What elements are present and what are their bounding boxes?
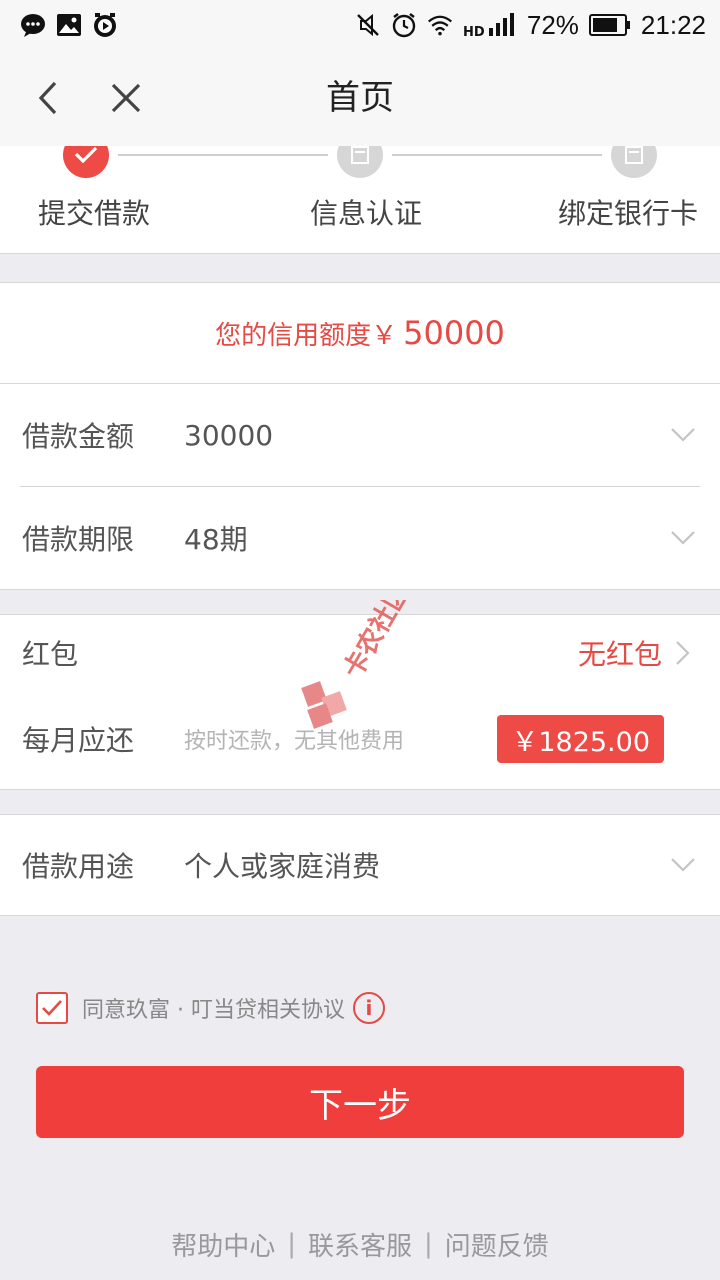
loan-purpose-label: 借款用途 (22, 850, 135, 883)
help-center-link[interactable]: 帮助中心 (171, 1226, 275, 1263)
info-icon[interactable]: i (352, 992, 385, 1024)
battery-percent: 72% (526, 9, 579, 40)
credit-limit-label: 您的信用额度￥ (215, 320, 398, 351)
chevron-left-icon (38, 81, 57, 115)
loan-term-value: 48期 (184, 523, 248, 556)
contact-support-link[interactable]: 联系客服 (308, 1226, 412, 1263)
loan-term-row[interactable]: 借款期限 48期 (0, 487, 720, 589)
step-connector (118, 154, 328, 156)
watermark-logo-icon (301, 681, 347, 729)
step-1-label: 提交借款 (38, 197, 151, 230)
footer-links: 帮助中心 | 联系客服 | 问题反馈 (0, 1224, 720, 1264)
alarm-clock-icon (391, 12, 417, 38)
watermark: 卡农社区 (298, 578, 438, 729)
image-icon (56, 12, 82, 38)
chat-bubble-icon (20, 12, 46, 38)
footer-separator: | (287, 1229, 296, 1259)
red-packet-label: 红包 (22, 638, 79, 671)
checkmark-icon (74, 146, 98, 164)
close-icon (111, 83, 141, 113)
progress-steps: 提交借款 信息认证 绑定银行卡 (0, 146, 720, 254)
status-bar: HD 72% 21:22 (0, 0, 720, 50)
watermark-text: 卡农社区 (337, 600, 416, 684)
red-packet-value: 无红包 (577, 638, 662, 671)
loan-term-label: 借款期限 (22, 523, 135, 556)
credit-limit-amount: 50000 (403, 314, 505, 352)
back-button[interactable] (22, 72, 74, 124)
step-2-label: 信息认证 (310, 197, 423, 230)
wifi-icon (427, 12, 453, 38)
footer-separator: | (424, 1229, 433, 1259)
clock-time: 21:22 (640, 9, 706, 40)
status-bar-system: HD 72% 21:22 (355, 10, 706, 41)
status-bar-notifications (20, 12, 118, 38)
battery-icon (588, 12, 631, 38)
agreement-row: 同意玖富 · 叮当贷相关协议 i (36, 988, 385, 1028)
step-connector (392, 154, 602, 156)
signal-icon: HD (463, 12, 517, 38)
feedback-link[interactable]: 问题反馈 (445, 1226, 549, 1263)
chevron-down-icon (668, 420, 698, 450)
step-2-indicator (337, 146, 383, 178)
step-3-label: 绑定银行卡 (558, 197, 699, 230)
loan-purpose-row[interactable]: 借款用途 个人或家庭消费 (0, 815, 720, 915)
alarm-app-icon (92, 12, 118, 38)
chevron-right-icon (668, 638, 698, 668)
mute-icon (355, 12, 381, 38)
next-step-button[interactable]: 下一步 (36, 1066, 684, 1138)
agreement-checkbox[interactable] (36, 992, 68, 1024)
chevron-down-icon (668, 850, 698, 880)
svg-text:HD: HD (463, 25, 485, 38)
loan-settings-card: 借款金额 30000 借款期限 48期 (0, 384, 720, 590)
loan-amount-label: 借款金额 (22, 420, 135, 453)
monthly-payment-amount: ￥1825.00 (497, 715, 664, 763)
monthly-payment-label: 每月应还 (22, 724, 135, 757)
purpose-card: 借款用途 个人或家庭消费 (0, 814, 720, 916)
step-1-indicator (63, 146, 109, 178)
agreement-link[interactable]: 同意玖富 · 叮当贷相关协议 (82, 992, 345, 1024)
loan-amount-row[interactable]: 借款金额 30000 (0, 384, 720, 486)
loan-purpose-value: 个人或家庭消费 (184, 850, 381, 883)
close-button[interactable] (100, 72, 152, 124)
document-icon (351, 146, 369, 164)
step-3-indicator (611, 146, 657, 178)
nav-bar: 首页 (0, 50, 720, 146)
credit-limit-banner: 您的信用额度￥ 50000 (0, 282, 720, 384)
loan-amount-value: 30000 (184, 418, 274, 452)
document-icon (625, 146, 643, 164)
checkmark-icon (42, 1000, 62, 1016)
chevron-down-icon (668, 523, 698, 553)
